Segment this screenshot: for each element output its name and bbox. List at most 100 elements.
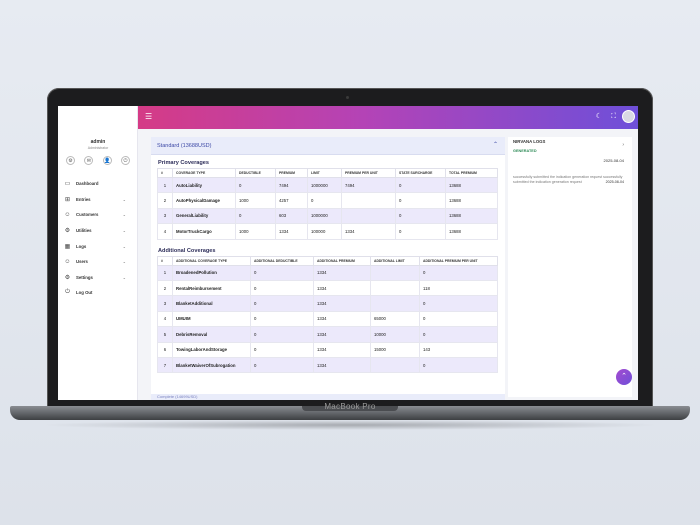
- chevron-down-icon: ⌄: [122, 196, 126, 202]
- table-cell: 0: [419, 310, 498, 328]
- scroll-top-button[interactable]: ⌃: [616, 369, 632, 385]
- table-cell: 4: [157, 223, 173, 240]
- standard-accordion-header[interactable]: Standard (13688USD) ⌃: [151, 137, 505, 155]
- table-cell: 0: [250, 279, 314, 297]
- table-cell: 0: [419, 264, 498, 281]
- table-cell: 0: [235, 207, 276, 225]
- log-entry: successfully submitted the indication ge…: [513, 175, 630, 185]
- table-cell: AutoPhysicalDamage: [172, 192, 236, 209]
- sidebar: admin Administrator ⚙ ✉ 👤 ⏻ ▭ Dashboard …: [58, 106, 138, 400]
- column-header: #: [157, 255, 173, 266]
- table-cell: 7: [157, 356, 173, 374]
- table-cell: 1334: [313, 326, 371, 343]
- sidebar-item-settings[interactable]: ⚙ Settings ⌄: [58, 270, 138, 286]
- sidebar-item-users[interactable]: ☺ Users ⌄: [58, 254, 138, 270]
- table-cell: BlanketAdditional: [172, 295, 251, 312]
- table-cell: [341, 207, 396, 225]
- fullscreen-icon[interactable]: ⛶: [611, 112, 616, 122]
- table-cell: 1: [157, 264, 173, 281]
- avatar[interactable]: [622, 110, 635, 123]
- menu-icon[interactable]: ☰: [145, 112, 152, 122]
- table-cell: 2: [157, 192, 173, 209]
- table-cell: 1334: [341, 223, 396, 240]
- complete-accordion-header[interactable]: Complete (14699USD): [151, 394, 505, 400]
- laptop-shadow: [40, 420, 660, 430]
- table-cell: 1334: [313, 264, 371, 281]
- column-header: Additional Premium: [313, 255, 371, 266]
- sidebar-item-dashboard[interactable]: ▭ Dashboard: [58, 176, 138, 192]
- sidebar-item-label: Settings: [76, 274, 93, 280]
- table-cell: 65000: [370, 310, 420, 328]
- chevron-down-icon: ⌄: [122, 259, 126, 265]
- grid-icon: ⊞: [64, 196, 71, 203]
- settings-icon[interactable]: ⚙: [66, 156, 75, 165]
- table-row: 1 AutoLiability 0 7494 1000000 7494 0 13…: [157, 176, 498, 194]
- logs-title: NIRVANA LOGS: [513, 139, 546, 144]
- table-row: 2 RentalReimbursement 0 1334 118: [157, 279, 498, 297]
- table-cell: 13688: [445, 223, 498, 240]
- sidebar-item-label: Dashboard: [76, 181, 99, 187]
- sidebar-item-label: Customers: [76, 212, 99, 218]
- column-header: Additional Deductible: [250, 255, 314, 266]
- table-cell: 4: [157, 310, 173, 328]
- main-content: Standard (13688USD) ⌃ Primary Coverages …: [151, 137, 505, 400]
- user-icon[interactable]: 👤: [102, 156, 112, 165]
- table-cell: 118: [419, 279, 498, 297]
- table-cell: 6: [157, 341, 173, 358]
- table-cell: 1000000: [307, 207, 342, 225]
- table-cell: 0: [395, 223, 446, 240]
- table-cell: [370, 356, 420, 374]
- nirvana-logs-panel: NIRVANA LOGS GENERATED › 2025-08-04 succ…: [508, 137, 632, 397]
- sidebar-item-customers[interactable]: ☺ Customers ⌄: [58, 207, 138, 223]
- table-cell: 1000000: [307, 176, 342, 194]
- sidebar-item-entries[interactable]: ⊞ Entries ⌄: [58, 192, 138, 208]
- column-header: Additional Limit: [370, 255, 420, 266]
- table-cell: 1334: [275, 223, 308, 240]
- quick-icons: ⚙ ✉ 👤 ⏻: [66, 156, 130, 165]
- table-cell: UMUIM: [172, 310, 251, 328]
- table-cell: [370, 295, 420, 312]
- table-cell: 4257: [275, 192, 308, 209]
- table-cell: AutoLiability: [172, 176, 236, 194]
- gear-icon: ⚙: [64, 274, 71, 281]
- table-cell: TowingLaborAndStorage: [172, 341, 251, 358]
- table-cell: 0: [419, 356, 498, 374]
- table-row: 4 UMUIM 0 1334 65000 0: [157, 310, 498, 328]
- table-cell: 0: [235, 176, 276, 194]
- table-cell: 0: [250, 310, 314, 328]
- table-cell: 0: [395, 176, 446, 194]
- table-cell: 1334: [313, 310, 371, 328]
- table-cell: 2: [157, 279, 173, 297]
- table-row: 3 GeneralLiability 0 603 1000000 0 13688: [157, 207, 498, 225]
- chevron-down-icon: ⌄: [122, 243, 126, 249]
- sidebar-item-label: Entries: [76, 196, 91, 202]
- primary-coverages-heading: Primary Coverages: [158, 160, 209, 166]
- table-cell: 1334: [313, 356, 371, 374]
- table-cell: [370, 264, 420, 281]
- chevron-right-icon[interactable]: ›: [622, 142, 624, 148]
- table-cell: 10000: [370, 326, 420, 343]
- table-cell: 7494: [341, 176, 396, 194]
- power-icon: ⏻: [65, 289, 70, 296]
- users-icon: ☺: [64, 258, 71, 265]
- mail-icon[interactable]: ✉: [84, 156, 94, 165]
- app-screen: admin Administrator ⚙ ✉ 👤 ⏻ ▭ Dashboard …: [58, 106, 638, 400]
- status-badge: GENERATED: [513, 149, 537, 153]
- column-header: Additional Coverage Type: [172, 255, 251, 266]
- table-cell: 0: [250, 356, 314, 374]
- power-icon[interactable]: ⏻: [120, 156, 130, 165]
- table-cell: [370, 279, 420, 297]
- table-cell: RentalReimbursement: [172, 279, 251, 297]
- sidebar-item-logs[interactable]: ▦ Logs ⌄: [58, 238, 138, 254]
- table-cell: 0: [250, 341, 314, 358]
- table-cell: GeneralLiability: [172, 207, 236, 225]
- table-cell: 1000: [235, 192, 276, 209]
- log-date: 2025-08-04: [603, 158, 624, 163]
- sidebar-item-logout[interactable]: ⏻ Log Out: [58, 285, 138, 301]
- moon-icon[interactable]: ☾: [596, 112, 602, 122]
- table-cell: MotorTruckCargo: [172, 223, 236, 240]
- table-cell: 0: [250, 295, 314, 312]
- sidebar-item-utilities[interactable]: ⚙ Utilities ⌄: [58, 223, 138, 239]
- chevron-up-icon[interactable]: ⌃: [493, 141, 498, 148]
- table-cell: 1334: [313, 295, 371, 312]
